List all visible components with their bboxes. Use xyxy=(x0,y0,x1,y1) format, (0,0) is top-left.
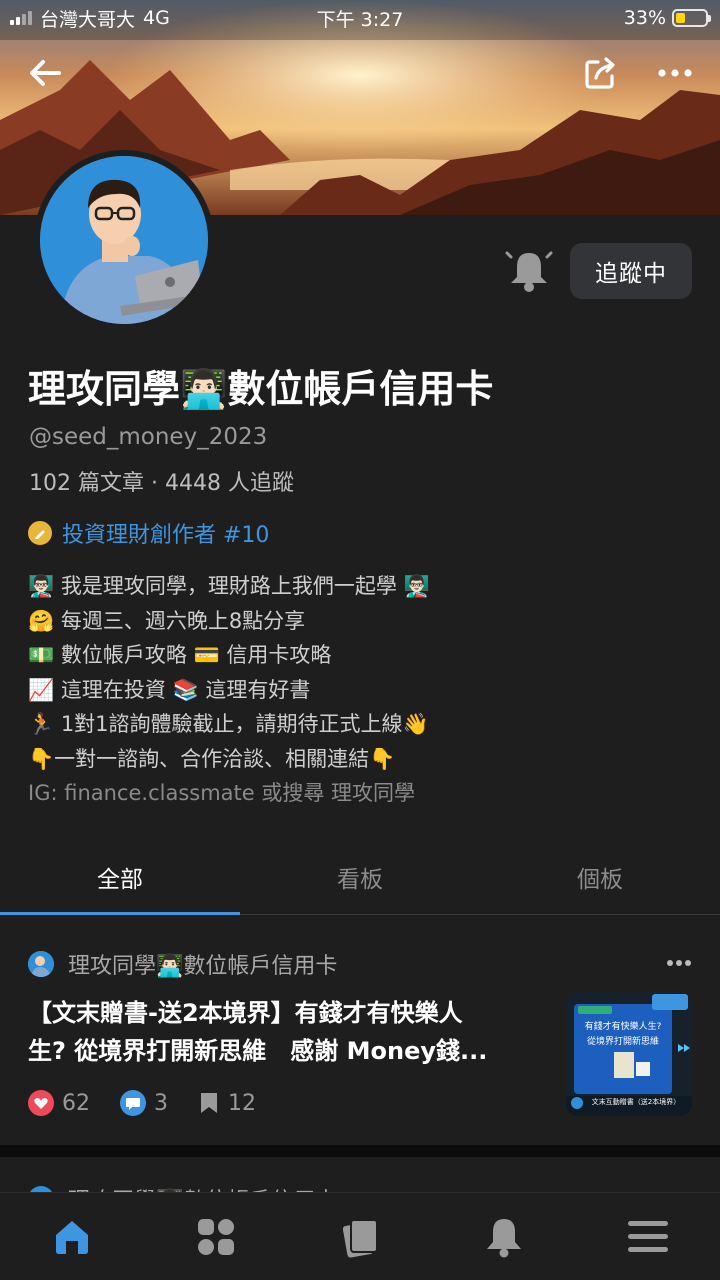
menu-icon xyxy=(628,1221,668,1252)
bio-line: IG: finance.classmate 或搜尋 理攻同學 xyxy=(28,781,416,806)
bell-icon xyxy=(487,1219,521,1258)
badge-text: 投資理財創作者 #10 xyxy=(62,523,270,548)
bio-line: 📈 這理在投資 📚 這理有好書 xyxy=(28,677,311,702)
status-time: 下午 3:27 xyxy=(316,8,404,31)
pen-badge-icon xyxy=(28,521,52,545)
comment-button[interactable]: 3 xyxy=(120,1090,168,1116)
creator-badge[interactable]: 投資理財創作者 #10 xyxy=(28,517,269,549)
status-bar: 台灣大哥大 4G 下午 3:27 33% xyxy=(0,0,720,36)
post-more-button[interactable] xyxy=(666,952,692,971)
next-post-peek[interactable]: 理攻同學👨🏻‍💻數位帳戶信用卡 xyxy=(0,1157,720,1197)
bio-line: 💵 數位帳戶攻略 💳 信用卡攻略 xyxy=(28,643,332,668)
post-card[interactable]: 理攻同學👨🏻‍💻數位帳戶信用卡 【文末贈書-送2本境界】有錢才有快樂人 生? 從… xyxy=(0,930,720,1145)
more-dots-icon xyxy=(667,960,691,966)
comment-icon xyxy=(120,1090,146,1116)
battery-icon xyxy=(672,9,711,27)
tab-all[interactable]: 全部 xyxy=(0,840,240,915)
following-button[interactable]: 追蹤中 xyxy=(570,243,692,299)
bio-line: 🤗 每週三、週六晚上8點分享 xyxy=(28,608,306,633)
post-title-line: 生? 從境界打開新思維 感謝 Money錢... xyxy=(28,1037,488,1065)
like-button[interactable]: 62 xyxy=(28,1090,90,1116)
share-button[interactable] xyxy=(578,50,624,96)
profile-stats: 102 篇文章 · 4448 人追蹤 xyxy=(29,471,294,496)
back-button[interactable] xyxy=(22,50,68,96)
post-divider xyxy=(0,1145,720,1157)
post-author[interactable]: 理攻同學👨🏻‍💻數位帳戶信用卡 xyxy=(28,948,337,980)
thumb-footer: 文末互動贈書（送2本境界） xyxy=(592,1097,680,1106)
cards-icon xyxy=(342,1219,378,1258)
grid-icon xyxy=(198,1219,234,1255)
profile-name: 理攻同學👨🏻‍💻數位帳戶信用卡 xyxy=(28,367,494,411)
post-title[interactable]: 【文末贈書-送2本境界】有錢才有快樂人 生? 從境界打開新思維 感謝 Money… xyxy=(28,994,548,1070)
bio-line: 👇一對一諮詢、合作洽談、相關連結👇 xyxy=(28,746,396,771)
tab-personal-board[interactable]: 個板 xyxy=(480,840,720,914)
nav-notifications[interactable] xyxy=(432,1193,576,1280)
post-title-line: 【文末贈書-送2本境界】有錢才有快樂人 xyxy=(28,999,463,1027)
tab-boards[interactable]: 看板 xyxy=(240,840,480,914)
like-count: 62 xyxy=(62,1090,90,1116)
battery-percent: 33% xyxy=(623,7,666,29)
nav-home[interactable] xyxy=(0,1193,144,1280)
author-name: 理攻同學👨🏻‍💻數位帳戶信用卡 xyxy=(68,954,338,979)
more-dots-icon xyxy=(658,69,692,77)
more-button[interactable] xyxy=(652,50,698,96)
thumb-text-1: 有錢才有快樂人生? xyxy=(585,1020,662,1032)
nav-cards[interactable] xyxy=(288,1193,432,1280)
home-icon xyxy=(56,1221,88,1254)
bookmark-icon xyxy=(201,1093,217,1113)
post-thumbnail[interactable]: 有錢才有快樂人生? 從境界打開新思維 文末互動贈書（送2本境界） xyxy=(566,992,692,1116)
notify-bell-button[interactable] xyxy=(505,247,553,295)
bottom-navigation xyxy=(0,1192,720,1280)
bio-line: 👨🏻‍🏫 我是理攻同學，理財路上我們一起學 👨🏻‍🏫 xyxy=(28,574,430,599)
profile-bio: 👨🏻‍🏫 我是理攻同學，理財路上我們一起學 👨🏻‍🏫 🤗 每週三、週六晚上8點分… xyxy=(28,568,708,810)
nav-boards[interactable] xyxy=(144,1193,288,1280)
author-avatar xyxy=(28,951,54,977)
comment-count: 3 xyxy=(154,1090,168,1116)
arrow-left-icon xyxy=(30,60,61,86)
bio-line: 🏃 1對1諮詢體驗截止，請期待正式上線👋 xyxy=(28,712,429,737)
profile-tabs: 全部 看板 個板 xyxy=(0,840,720,915)
share-icon xyxy=(585,57,615,89)
bell-icon xyxy=(505,251,553,292)
nav-menu[interactable] xyxy=(576,1193,720,1280)
thumb-text-2: 從境界打開新思維 xyxy=(587,1035,659,1047)
bookmark-count: 12 xyxy=(228,1090,256,1116)
bookmark-button[interactable]: 12 xyxy=(198,1091,256,1116)
profile-avatar[interactable] xyxy=(34,150,214,330)
heart-icon xyxy=(28,1090,54,1116)
profile-handle: @seed_money_2023 xyxy=(29,424,268,450)
